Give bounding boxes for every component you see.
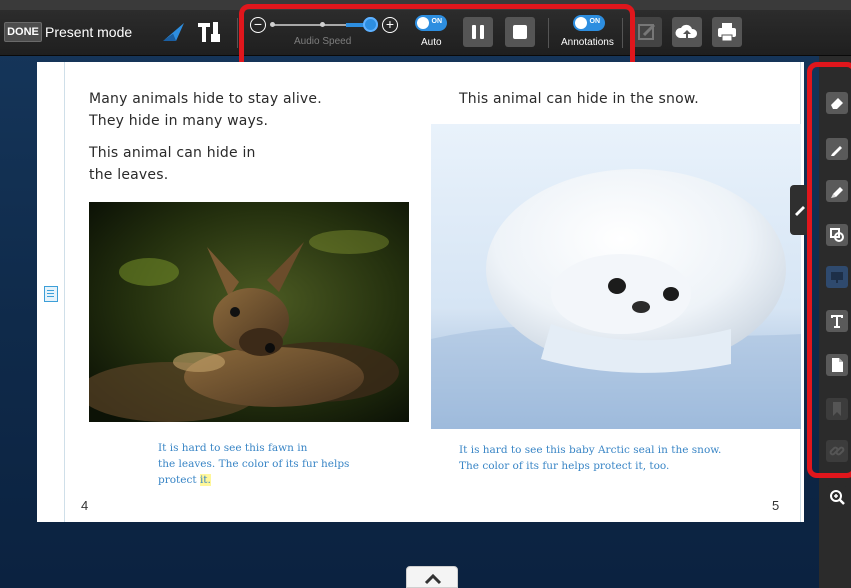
right-page-paragraph-1: This animal can hide in the snow. [459,91,699,107]
page-margin-rule [64,62,65,522]
zoom-in-icon[interactable] [826,486,848,508]
caption-line: It is hard to see this fawn in [158,442,308,454]
left-page-paragraph-2: This animal can hide in the leaves. [89,142,256,186]
text-line: They hide in many ways. [89,113,269,129]
print-icon[interactable] [712,17,742,47]
expand-thumbnails-button[interactable] [406,566,458,588]
caption-line: The color of its fur helps protect it, t… [459,460,670,472]
page-note-icon[interactable] [44,286,58,302]
caption-text: protect [158,474,200,486]
text-line: Many animals hide to stay alive. [89,91,322,107]
fawn-photo [89,202,409,422]
highlighted-word: it. [199,474,211,486]
fawn-caption: It is hard to see this fawn in the leave… [158,440,349,488]
mode-label: Present mode [45,24,133,40]
tools-icon[interactable] [195,19,223,45]
caption-line: protect it. [158,472,349,488]
caption-line: the leaves. The color of its fur helps [158,458,350,470]
cloud-upload-icon[interactable] [672,17,702,47]
text-line: the leaves. [89,167,169,183]
done-button[interactable]: DONE [4,22,42,42]
seal-photo [431,124,801,429]
text-line: This animal can hide in [89,145,256,161]
side-toolbar-highlight [807,62,851,478]
page-number-left: 4 [81,498,89,513]
caption-line: It is hard to see this baby Arctic seal … [459,444,722,456]
pointer-tool-icon[interactable] [160,19,188,45]
seal-caption: It is hard to see this baby Arctic seal … [459,442,721,474]
edit-icon[interactable] [632,17,662,47]
page-number-right: 5 [772,498,780,513]
collapse-panel-tab[interactable] [790,185,808,235]
toolbar-divider [237,18,238,48]
left-page-paragraph-1: Many animals hide to stay alive. They hi… [89,88,322,132]
